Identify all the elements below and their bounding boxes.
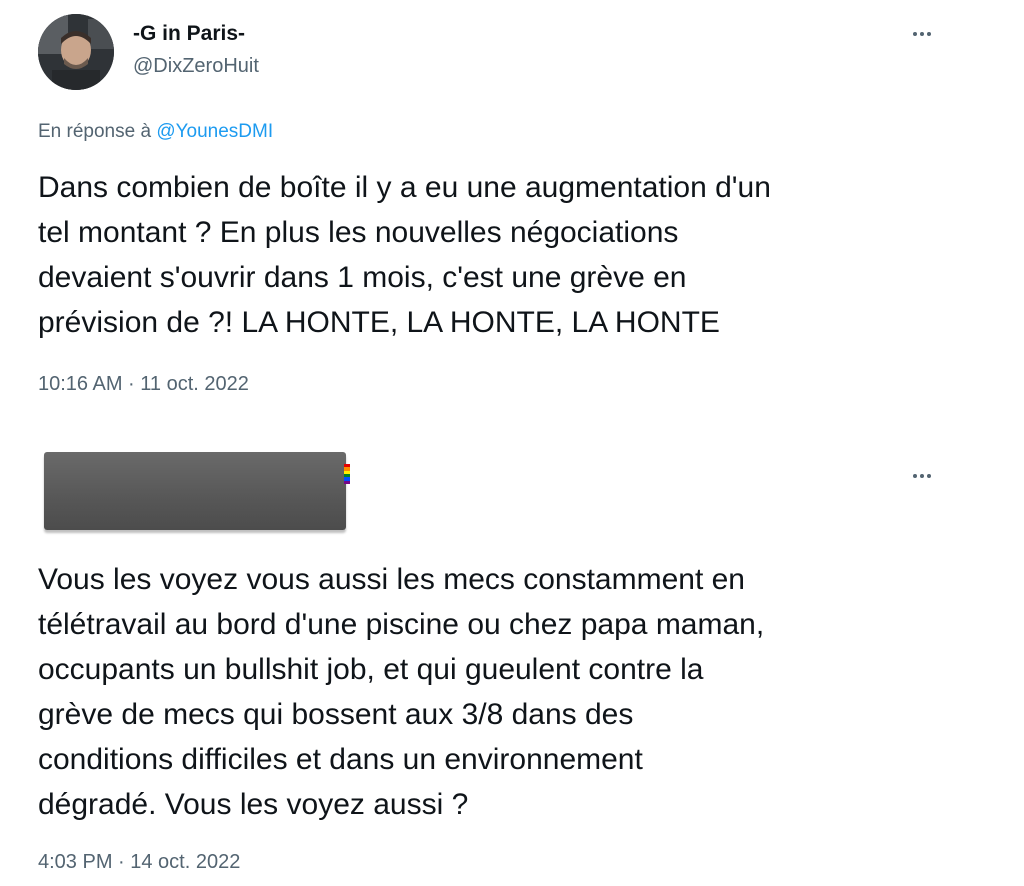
more-dot	[920, 32, 924, 36]
tweet-second: Vous les voyez vous aussi les mecs const…	[0, 440, 1024, 886]
more-options-button[interactable]	[906, 24, 938, 44]
more-dot	[927, 32, 931, 36]
reply-mention-link[interactable]: @YounesDMI	[156, 121, 273, 142]
more-horizontal-icon	[913, 32, 917, 36]
more-dot	[920, 474, 924, 478]
reply-context: En réponse à @YounesDMI	[38, 121, 273, 143]
more-dot	[927, 474, 931, 478]
tweet-first: -G in Paris- @DixZeroHuit En réponse à @…	[0, 0, 1024, 420]
more-options-button[interactable]	[906, 466, 938, 486]
user-handle[interactable]: @DixZeroHuit	[133, 55, 259, 78]
avatar[interactable]	[38, 14, 114, 90]
redacted-user-header	[44, 452, 346, 530]
avatar-photo	[38, 14, 114, 90]
reply-prefix: En réponse à	[38, 121, 157, 142]
display-name[interactable]: -G in Paris-	[133, 22, 245, 46]
tweet-timestamp[interactable]: 10:16 AM · 11 oct. 2022	[38, 373, 249, 396]
more-horizontal-icon	[913, 474, 917, 478]
tweet-text: Vous les voyez vous aussi les mecs const…	[38, 563, 765, 821]
tweet-text: Dans combien de boîte il y a eu une augm…	[38, 171, 771, 339]
tweet-timestamp[interactable]: 4:03 PM · 14 oct. 2022	[38, 851, 240, 874]
rainbow-flag-icon	[344, 464, 350, 484]
